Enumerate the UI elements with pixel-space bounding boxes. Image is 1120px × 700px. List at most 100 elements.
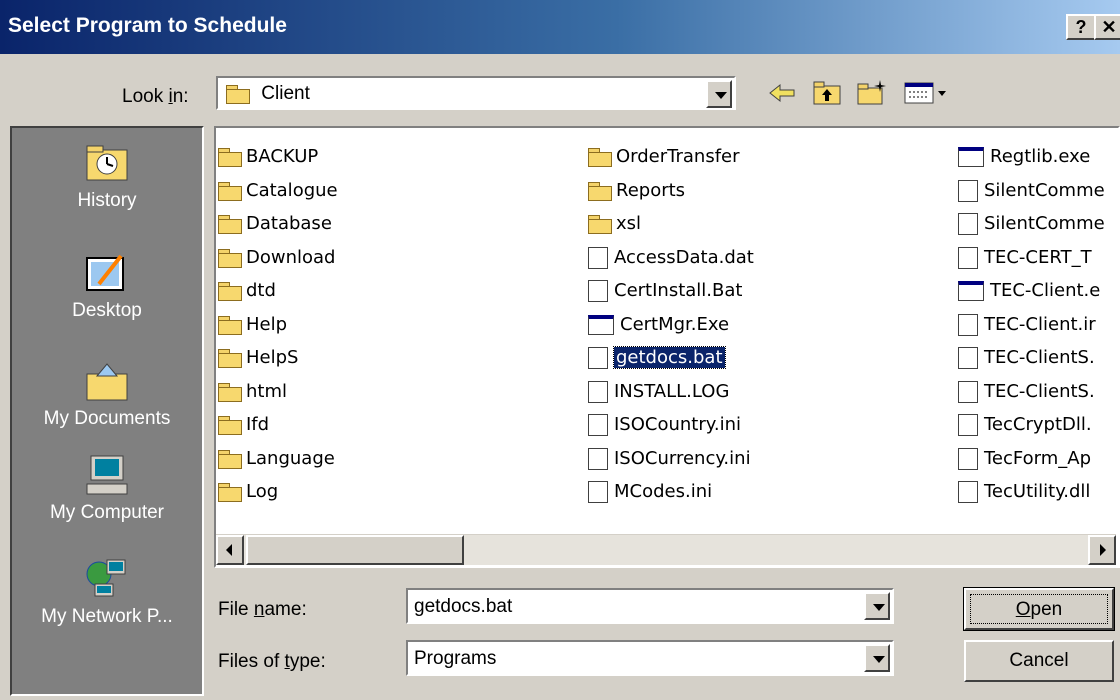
list-item[interactable]: CertMgr.Exe [588,308,754,342]
close-icon: ✕ [1101,17,1117,37]
list-item[interactable]: Language [218,442,338,476]
place-desktop[interactable]: Desktop [12,252,202,322]
list-item[interactable]: INSTALL.LOG [588,375,754,409]
list-item[interactable]: Log [218,475,338,509]
horizontal-scrollbar[interactable] [216,534,1116,565]
back-icon[interactable] [768,82,796,104]
folder-icon [218,449,242,469]
open-button[interactable]: Open [963,587,1115,631]
place-history[interactable]: History [12,142,202,212]
folder-icon [588,181,612,201]
list-item[interactable]: TecCryptDll. [958,408,1105,442]
list-item[interactable]: Regtlib.exe [958,140,1105,174]
file-name: Ifd [246,414,270,435]
folder-icon [218,181,242,201]
list-item[interactable]: TecForm_Ap [958,442,1105,476]
file-name: TEC-Client.e [990,280,1101,301]
filename-dropdown-arrow[interactable] [864,592,890,620]
file-icon [958,414,978,436]
file-name: TecCryptDll. [984,414,1092,435]
help-icon: ? [1075,17,1087,37]
list-item[interactable]: xsl [588,207,754,241]
filetype-select[interactable]: Programs [406,640,894,676]
file-name: Help [246,313,288,335]
file-name: TEC-ClientS. [984,347,1095,368]
desktop-icon [85,252,129,294]
lookin-label: Look in: [122,86,189,107]
file-column-3: Regtlib.exe SilentComme SilentComme TEC-CER… [958,140,1105,509]
scroll-right-button[interactable] [1088,535,1116,565]
list-item[interactable]: OrderTransfer [588,140,754,174]
arrow-right-icon [1100,544,1106,556]
filename-input[interactable]: getdocs.bat [406,588,894,624]
list-item[interactable]: SilentComme [958,207,1105,241]
file-icon [958,147,984,167]
place-my-network[interactable]: My Network P... [12,558,202,628]
arrow-left-icon [226,544,232,556]
list-item[interactable]: TEC-ClientS. [958,341,1105,375]
list-item[interactable]: ISOCurrency.ini [588,442,754,476]
up-folder-icon[interactable] [812,80,842,106]
my-documents-icon [85,360,129,402]
list-item[interactable]: Ifd [218,408,338,442]
list-item[interactable]: CertInstall.Bat [588,274,754,308]
file-name: ISOCurrency.ini [614,447,751,469]
lookin-dropdown-arrow[interactable] [706,80,732,108]
history-icon [85,142,129,184]
list-item[interactable]: AccessData.dat [588,241,754,275]
file-name: BACKUP [246,146,319,167]
list-item[interactable]: Reports [588,174,754,208]
list-item[interactable]: dtd [218,274,338,308]
list-item[interactable]: TEC-Client.e [958,274,1105,308]
title-bar: Select Program to Schedule ? ✕ [0,0,1120,54]
cancel-label: Cancel [1009,650,1069,671]
filename-label: File name: [218,599,307,620]
list-item[interactable]: MCodes.ini [588,475,754,509]
list-item[interactable]: Download [218,241,338,275]
list-item[interactable]: BACKUP [218,140,338,174]
file-icon [958,380,978,403]
file-icon [958,281,984,301]
list-item[interactable]: getdocs.bat [588,341,754,375]
view-menu-icon[interactable] [904,82,950,104]
file-icon [958,213,978,235]
list-item[interactable]: html [218,375,338,409]
list-item[interactable]: Database [218,207,338,241]
my-network-places-icon [85,558,129,600]
scroll-left-button[interactable] [216,535,244,565]
folder-icon [218,315,242,335]
file-name: MCodes.ini [614,481,713,502]
list-item[interactable]: Help [218,308,338,342]
dialog-title: Select Program to Schedule [8,14,287,37]
list-item[interactable]: TEC-ClientS. [958,375,1105,409]
place-label: My Network P... [41,606,173,627]
file-column-1: BACKUP Catalogue Database Download dtd Help He… [218,140,338,509]
file-name: SilentComme [984,179,1105,201]
list-item[interactable]: TEC-CERT_T [958,241,1105,275]
place-label: My Computer [49,502,165,523]
new-folder-icon[interactable] [856,78,888,106]
list-item[interactable]: Catalogue [218,174,338,208]
file-name: INSTALL.LOG [614,380,730,402]
list-item[interactable]: ISOCountry.ini [588,408,754,442]
place-my-computer[interactable]: My Computer [12,454,202,524]
filename-value: getdocs.bat [414,596,513,617]
list-item[interactable]: SilentComme [958,174,1105,208]
list-item[interactable]: TecUtility.dll [958,475,1105,509]
lookin-dropdown[interactable]: Client [216,76,736,110]
file-name: TecUtility.dll [984,481,1091,502]
cancel-button[interactable]: Cancel [964,640,1114,682]
place-my-documents[interactable]: My Documents [12,360,202,430]
close-button[interactable]: ✕ [1094,14,1120,40]
filetype-dropdown-arrow[interactable] [864,644,890,672]
file-name: Reports [616,179,686,201]
list-item[interactable]: TEC-Client.ir [958,308,1105,342]
scroll-thumb[interactable] [246,535,464,565]
file-name: Download [246,246,336,268]
file-name: getdocs.bat [613,346,726,369]
select-program-dialog: Select Program to Schedule ? ✕ Look in: … [0,0,1120,700]
file-name: AccessData.dat [614,246,754,268]
file-icon [958,481,978,503]
help-button[interactable]: ? [1066,14,1096,40]
list-item[interactable]: HelpS [218,341,338,375]
